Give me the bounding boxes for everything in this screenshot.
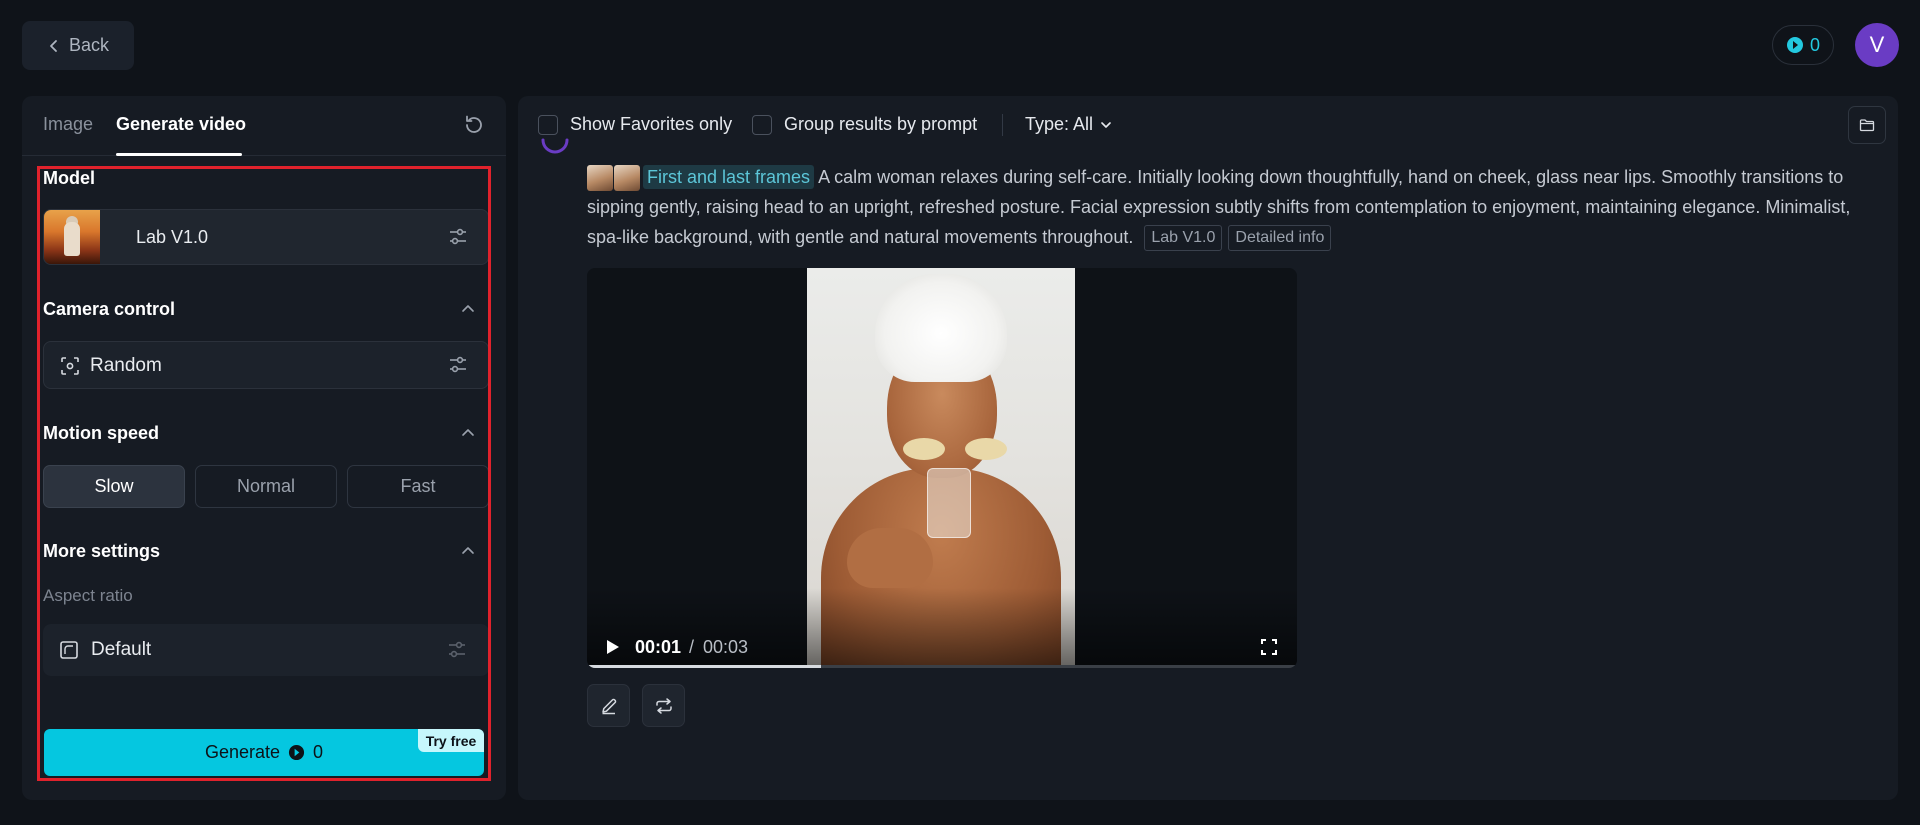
type-filter-dropdown[interactable]: Type: All — [1025, 114, 1113, 135]
focus-camera-icon — [61, 357, 79, 375]
tab-generate-video[interactable]: Generate video — [116, 114, 246, 135]
mode-tabs: Image Generate video — [22, 96, 506, 156]
sliders-icon[interactable] — [447, 640, 467, 660]
video-time-separator: / — [689, 637, 695, 657]
video-player[interactable]: 00:01 / 00:03 — [587, 268, 1297, 668]
video-progress-bar[interactable] — [587, 665, 1297, 668]
credits-balance[interactable]: 0 — [1772, 25, 1834, 65]
group-by-prompt-filter[interactable]: Group results by prompt — [752, 114, 977, 135]
repeat-icon — [655, 697, 672, 714]
toolbar-divider — [1002, 114, 1003, 136]
group-label: Group results by prompt — [784, 114, 978, 134]
model-section-title: Model — [43, 168, 95, 188]
chevron-up-icon[interactable] — [460, 425, 476, 441]
more-settings-title: More settings — [43, 541, 161, 561]
reset-icon[interactable] — [462, 113, 486, 137]
chevron-up-icon[interactable] — [460, 301, 476, 317]
motion-speed-title: Motion speed — [43, 423, 159, 443]
speed-normal-button[interactable]: Normal — [195, 465, 337, 508]
favorites-label: Show Favorites only — [570, 114, 733, 134]
favorites-checkbox[interactable] — [538, 114, 558, 135]
model-thumbnail — [44, 210, 100, 264]
model-name: Lab V1.0 — [136, 227, 209, 247]
active-tab-indicator — [116, 153, 242, 156]
aspect-ratio-value: Default — [91, 639, 152, 660]
tab-image[interactable]: Image — [43, 114, 93, 135]
aspect-ratio-label: Aspect ratio — [43, 586, 133, 605]
play-icon[interactable] — [603, 638, 621, 656]
model-selector[interactable]: Lab V1.0 — [43, 209, 489, 265]
model-chip: Lab V1.0 — [1144, 225, 1223, 251]
video-progress-fill — [587, 665, 822, 668]
chevron-left-icon — [50, 39, 57, 52]
camera-control-title: Camera control — [43, 299, 176, 319]
results-panel: Show Favorites only Group results by pro… — [518, 96, 1898, 800]
edit-button[interactable] — [587, 684, 630, 727]
try-free-badge: Try free — [418, 729, 484, 752]
camera-control-value: Random — [90, 355, 162, 376]
generate-label: Generate — [204, 742, 281, 762]
credits-count: 0 — [1809, 34, 1820, 55]
sliders-icon[interactable] — [448, 355, 468, 375]
avatar-initial: V — [1869, 32, 1885, 57]
detailed-info-chip[interactable]: Detailed info — [1228, 225, 1332, 251]
back-label: Back — [68, 35, 110, 55]
favorites-filter[interactable]: Show Favorites only — [538, 114, 732, 135]
speed-slow-button[interactable]: Slow — [43, 465, 185, 508]
chevron-down-icon — [1101, 121, 1111, 128]
results-toolbar: Show Favorites only Group results by pro… — [518, 96, 1898, 152]
group-checkbox[interactable] — [752, 114, 772, 135]
video-total-time: 00:03 — [703, 637, 749, 657]
speed-fast-button[interactable]: Fast — [347, 465, 489, 508]
generation-prompt: First and last frames A calm woman relax… — [587, 162, 1887, 252]
camera-control-selector[interactable]: Random — [43, 341, 489, 389]
folder-button[interactable] — [1848, 106, 1886, 144]
user-avatar[interactable]: V — [1855, 23, 1899, 67]
generation-settings-panel: Image Generate video Model Lab V1.0 Came… — [22, 96, 506, 800]
video-current-time: 00:01 — [635, 637, 682, 657]
pencil-icon — [601, 698, 616, 714]
sliders-icon[interactable] — [448, 227, 468, 247]
credit-coin-icon — [1786, 37, 1803, 53]
reference-frames-thumbnails[interactable] — [587, 165, 641, 192]
folder-icon — [1859, 119, 1875, 132]
chevron-up-icon[interactable] — [460, 543, 476, 559]
fullscreen-icon[interactable] — [1259, 637, 1279, 657]
type-filter-label: Type: All — [1025, 114, 1094, 134]
credit-coin-icon — [288, 744, 305, 761]
frames-tag: First and last frames — [643, 165, 815, 189]
regenerate-button[interactable] — [642, 684, 685, 727]
loading-spinner-icon — [541, 138, 569, 154]
back-button[interactable]: Back — [22, 21, 134, 70]
generate-cost: 0 — [313, 742, 324, 762]
aspect-ratio-selector[interactable]: Default — [43, 624, 489, 676]
aspect-ratio-icon — [60, 641, 78, 659]
